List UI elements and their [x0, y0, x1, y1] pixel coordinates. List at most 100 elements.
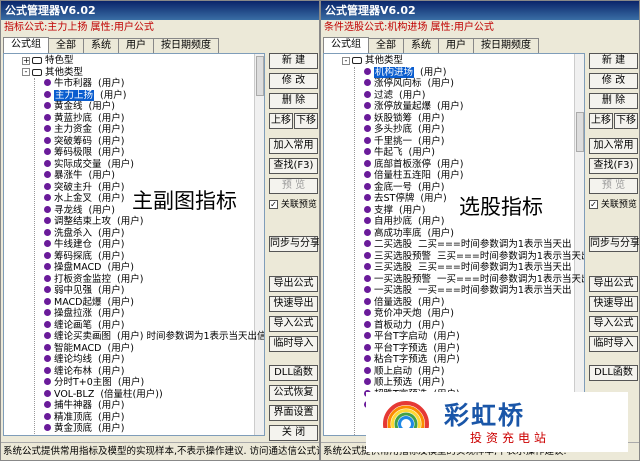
tree-item[interactable]: 支撑 (用户): [364, 205, 425, 216]
find-button[interactable]: 查找(F3): [269, 158, 318, 174]
tree-item[interactable]: 多头抄底 (用户): [364, 124, 444, 135]
tree-item[interactable]: 去ST停牌 (用户): [364, 193, 447, 204]
tree-item[interactable]: 高成功率底 (用户): [364, 228, 454, 239]
tree-item[interactable]: 突破筹码 (用户): [44, 136, 124, 147]
tree-item[interactable]: 捕牛神器 (用户): [44, 400, 124, 411]
new-button[interactable]: 新 建: [269, 53, 318, 69]
tree-item[interactable]: 涨停风向标 (用户): [364, 78, 454, 89]
tree-item[interactable]: 精准顶底 (用户): [44, 412, 124, 423]
tree-item[interactable]: 涨停放量起爆 (用户): [364, 101, 463, 112]
linked-preview-checkbox[interactable]: ✓ 关联预览: [269, 200, 317, 210]
close-button[interactable]: 关 闭: [269, 425, 318, 441]
temp-import-button[interactable]: 临时导入: [269, 336, 318, 352]
tree-item[interactable]: 过滤 (用户): [364, 90, 425, 101]
checkbox-box[interactable]: ✓: [269, 200, 278, 209]
dll-function-button[interactable]: DLL函数: [269, 365, 318, 381]
tree-item[interactable]: 平台T字启动 (用户): [364, 331, 460, 342]
sync-share-button[interactable]: 同步与分享: [589, 236, 639, 252]
add-common-button[interactable]: 加入常用: [589, 138, 638, 154]
tree-item[interactable]: 筹码极限 (用户): [44, 147, 124, 158]
tree-item[interactable]: 打板资金监控 (用户): [44, 274, 143, 285]
tree-item[interactable]: 黄金线 (用户): [44, 101, 115, 112]
tree-item[interactable]: 牛市利器 (用户): [44, 78, 124, 89]
tree-item[interactable]: 金底一号 (用户): [364, 182, 444, 193]
tree-item[interactable]: 粘合T字预选 (用户): [364, 354, 460, 365]
dll-function-button[interactable]: DLL函数: [589, 365, 638, 381]
move-down-button[interactable]: 下移: [614, 113, 638, 129]
add-common-button[interactable]: 加入常用: [269, 138, 318, 154]
quick-export-button[interactable]: 快速导出: [269, 296, 318, 312]
tree-item[interactable]: 二买选股 二买===时间参数调为1表示当天出: [364, 239, 571, 250]
import-formula-button[interactable]: 导入公式: [589, 316, 638, 332]
tree-item[interactable]: 分时T+0主图 (用户): [44, 377, 144, 388]
edit-button[interactable]: 修 改: [269, 73, 318, 89]
tree-item[interactable]: 调整结束上攻 (用户): [44, 216, 143, 227]
tab-system[interactable]: 系统: [403, 38, 439, 53]
tree-group[interactable]: - 其他类型: [342, 55, 403, 66]
temp-import-button[interactable]: 临时导入: [589, 336, 638, 352]
tree-item[interactable]: 洗盘杀入 (用户): [44, 228, 124, 239]
tree-item[interactable]: 操盘拉涨 (用户): [44, 308, 124, 319]
tree-item[interactable]: 一买选股 一买===时间参数调为1表示当天出: [364, 285, 571, 296]
tree-item[interactable]: 筹码探底 (用户): [44, 251, 124, 262]
tree-item[interactable]: VOL-BLZ (倍量柱(用户)): [44, 389, 163, 400]
new-button[interactable]: 新 建: [589, 53, 638, 69]
tree-item[interactable]: 三买选股 三买===时间参数调为1表示当天出: [364, 262, 571, 273]
preview-button[interactable]: 预 览: [269, 178, 318, 194]
tree-item[interactable]: 竞价冲天炮 (用户): [364, 308, 454, 319]
tree-item[interactable]: 黄金顶底 (用户): [44, 423, 124, 434]
tab-system[interactable]: 系统: [83, 38, 119, 53]
find-button[interactable]: 查找(F3): [589, 158, 638, 174]
tab-all[interactable]: 全部: [368, 38, 404, 53]
tree-item[interactable]: 突破主升 (用户): [44, 182, 124, 193]
tree-item[interactable]: 水上金叉 (用户): [44, 193, 124, 204]
ui-settings-button[interactable]: 界面设置: [269, 405, 318, 421]
scrollbar-thumb[interactable]: [576, 112, 584, 152]
tree-item[interactable]: 暴涨牛 (用户): [44, 170, 115, 181]
tree-item[interactable]: 缠论画笔 (用户): [44, 320, 124, 331]
tree-item[interactable]: 实际成交量 (用户): [44, 159, 134, 170]
tree-item[interactable]: 倍量柱五连阳 (用户): [364, 170, 463, 181]
tree-item[interactable]: 三买选股预警 三买===时间参数调为1表示当天出: [364, 251, 584, 262]
tree-expander-icon[interactable]: +: [22, 56, 30, 65]
delete-button[interactable]: 删 除: [269, 93, 318, 109]
tab-by-frequency[interactable]: 按日期频度: [153, 38, 219, 53]
tree-item[interactable]: 弱中见强 (用户): [44, 285, 124, 296]
export-formula-button[interactable]: 导出公式: [589, 276, 638, 292]
tree-item[interactable]: 自用抄底 (用户): [364, 216, 444, 227]
tree-expander-icon[interactable]: -: [22, 68, 30, 76]
delete-button[interactable]: 删 除: [589, 93, 638, 109]
tree-group[interactable]: - 其他类型: [22, 67, 83, 78]
tree-item[interactable]: 首板动力 (用户): [364, 320, 444, 331]
tree-item[interactable]: 主力资金 (用户): [44, 124, 124, 135]
scrollbar-thumb[interactable]: [256, 56, 264, 96]
tree-item[interactable]: 顺上预选 (用户): [364, 377, 444, 388]
edit-button[interactable]: 修 改: [589, 73, 638, 89]
tree-item[interactable]: 一买选股预警 一买===时间参数调为1表示当天出: [364, 274, 584, 285]
tree-item[interactable]: 牛线建仓 (用户): [44, 239, 124, 250]
tree-scrollbar[interactable]: [574, 54, 584, 435]
formula-restore-button[interactable]: 公式恢复: [269, 385, 318, 401]
tree-group[interactable]: + 特色型: [22, 55, 74, 66]
tab-user[interactable]: 用户: [118, 38, 154, 53]
checkbox-box[interactable]: ✓: [589, 200, 598, 209]
quick-export-button[interactable]: 快速导出: [589, 296, 638, 312]
tree-item[interactable]: 智能MACD (用户): [44, 343, 134, 354]
tab-by-frequency[interactable]: 按日期频度: [473, 38, 539, 53]
tree-item[interactable]: 倍量选股 (用户): [364, 297, 444, 308]
tree-item[interactable]: 千里挑一 (用户): [364, 136, 444, 147]
tree-item[interactable]: 主力上扬 (用户): [44, 89, 126, 101]
tree-item[interactable]: 黄蓝抄底 (用户): [44, 113, 124, 124]
tree-expander-icon[interactable]: -: [342, 56, 350, 65]
formula-tree[interactable]: - 其他类型 机构进场 (用户) 涨停风向标 (用户) 过滤 (用户) 涨停放量起爆 (用户) 妖股…: [323, 53, 585, 436]
tree-item[interactable]: 机构进场 (用户): [364, 66, 446, 78]
formula-tree[interactable]: + 特色型 - 其他类型 牛市利器 (用户) 主力上扬 (用户) 黄金线 (用户) 黄蓝抄底 (用户)…: [3, 53, 265, 436]
tree-item[interactable]: 缠论布林 (用户): [44, 366, 124, 377]
import-formula-button[interactable]: 导入公式: [269, 316, 318, 332]
tree-item[interactable]: 缠论均线 (用户): [44, 354, 124, 365]
tab-all[interactable]: 全部: [48, 38, 84, 53]
tree-item[interactable]: 妖股锁筹 (用户): [364, 113, 444, 124]
sync-share-button[interactable]: 同步与分享: [269, 236, 319, 252]
linked-preview-checkbox[interactable]: ✓ 关联预览: [589, 200, 637, 210]
tree-item[interactable]: 底部首板涨停 (用户): [364, 159, 463, 170]
